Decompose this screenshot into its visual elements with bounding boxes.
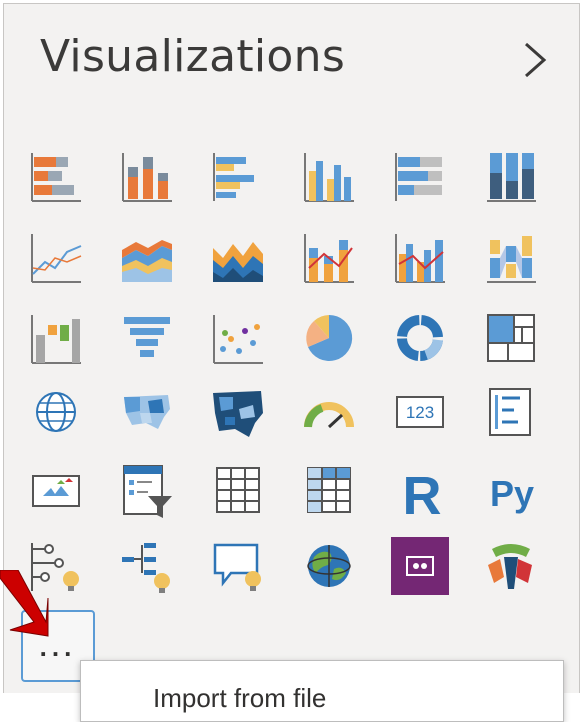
card-icon[interactable]: 123	[391, 383, 449, 441]
clustered-column-chart-icon[interactable]	[300, 147, 358, 205]
multi-row-card-icon[interactable]	[482, 383, 540, 441]
stacked-bar-chart-icon[interactable]	[27, 147, 85, 205]
decomposition-tree-icon[interactable]	[118, 537, 176, 595]
gauge-icon[interactable]	[300, 383, 358, 441]
line-and-clustered-column-chart-icon[interactable]	[391, 228, 449, 286]
100-stacked-column-chart-icon[interactable]	[482, 147, 540, 205]
import-from-file-menu-item[interactable]: Import from file	[153, 683, 326, 714]
100-stacked-bar-chart-icon[interactable]	[391, 147, 449, 205]
pie-chart-icon[interactable]	[300, 309, 358, 367]
r-script-visual-text: R	[403, 466, 442, 520]
card-icon-text: 123	[406, 403, 434, 422]
scatter-chart-icon[interactable]	[209, 309, 267, 367]
python-visual-text: Py	[490, 473, 534, 514]
custom-visual-icon[interactable]	[482, 537, 540, 595]
funnel-icon[interactable]	[118, 309, 176, 367]
line-and-stacked-column-chart-icon[interactable]	[300, 228, 358, 286]
ribbon-chart-icon[interactable]	[482, 228, 540, 286]
donut-chart-icon[interactable]	[391, 309, 449, 367]
line-chart-icon[interactable]	[27, 228, 85, 286]
r-script-visual-icon[interactable]: R	[391, 462, 449, 520]
filled-map-icon[interactable]	[118, 383, 176, 441]
stacked-area-chart-icon[interactable]	[209, 228, 267, 286]
table-icon[interactable]	[209, 462, 267, 520]
power-apps-icon[interactable]	[391, 537, 449, 595]
annotation-arrow	[0, 570, 49, 637]
arcgis-map-icon[interactable]	[300, 537, 358, 595]
qa-icon[interactable]	[209, 537, 267, 595]
clustered-bar-chart-icon[interactable]	[209, 147, 267, 205]
python-visual-icon[interactable]: Py	[482, 462, 540, 520]
map-icon[interactable]	[27, 383, 85, 441]
area-chart-icon[interactable]	[118, 228, 176, 286]
treemap-icon[interactable]	[482, 309, 540, 367]
matrix-icon[interactable]	[300, 462, 358, 520]
shape-map-icon[interactable]	[209, 383, 267, 441]
pane-title: Visualizations	[40, 31, 346, 82]
waterfall-chart-icon[interactable]	[27, 309, 85, 367]
slicer-icon[interactable]	[118, 462, 176, 520]
kpi-icon[interactable]	[27, 462, 85, 520]
chevron-right-icon[interactable]	[518, 38, 552, 82]
context-menu: Import from file	[80, 660, 564, 722]
stacked-column-chart-icon[interactable]	[118, 147, 176, 205]
